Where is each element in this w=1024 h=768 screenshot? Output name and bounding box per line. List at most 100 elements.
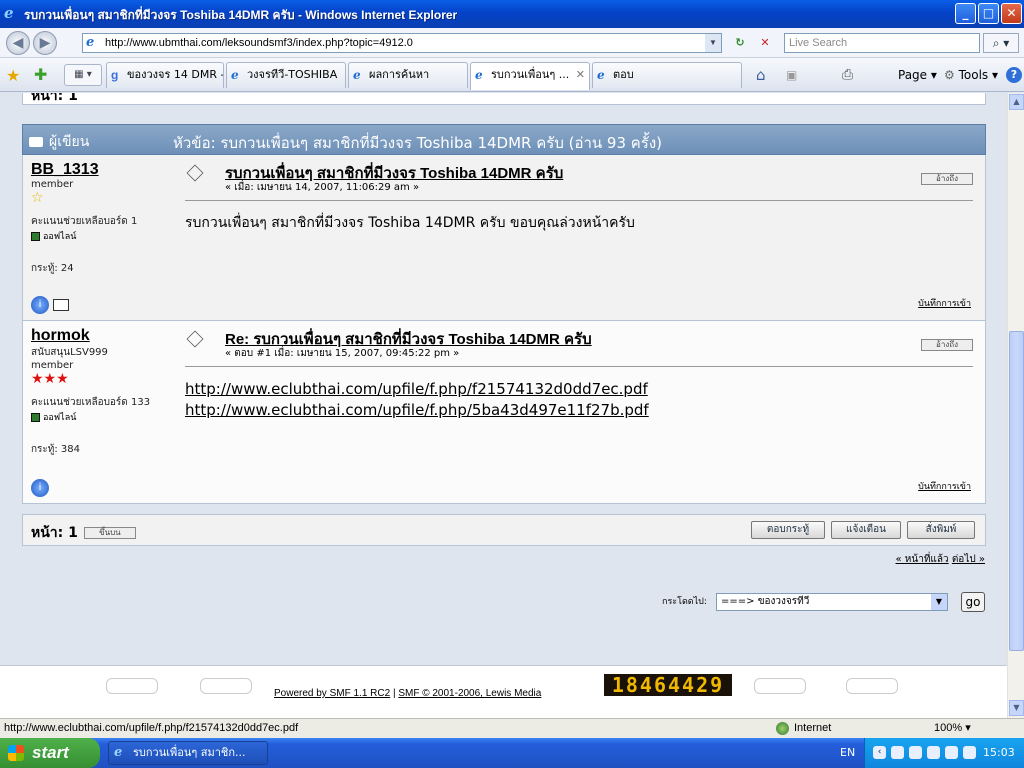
poster-username[interactable]: hormok (31, 327, 165, 345)
scroll-down-icon[interactable]: ▼ (1009, 700, 1024, 716)
quote-button[interactable]: อ้างถึง (921, 173, 973, 185)
jump-label: กระโดดไป: (662, 597, 707, 607)
w3c-css-logo-icon (846, 678, 898, 694)
visitor-counter: 18464429 (604, 674, 732, 696)
vertical-scrollbar[interactable]: ▲ ▼ (1007, 93, 1024, 718)
jump-select[interactable]: ===> ของวงจรทีวี ▼ (716, 593, 948, 611)
profile-icon[interactable]: i (31, 296, 49, 314)
refresh-button[interactable]: ↻ (730, 33, 750, 53)
quick-tabs-button[interactable]: ▦ ▾ (64, 64, 102, 86)
tools-menu-label: Tools (958, 68, 989, 82)
ie-icon: e (353, 68, 361, 82)
jump-select-value: ===> ของวงจรทีวี (721, 596, 810, 607)
start-button[interactable]: start (0, 738, 100, 768)
tab-4-active[interactable]: e รบกวนเพื่อนๆ ... ✕ (470, 62, 590, 90)
google-icon: g (111, 68, 119, 82)
tab-label: รบกวนเพื่อนๆ ... (491, 68, 570, 81)
ie-icon: e (231, 68, 239, 82)
copyright-link[interactable]: SMF © 2001-2006, Lewis Media (398, 688, 541, 699)
go-button[interactable]: go (961, 592, 985, 612)
rank-star-icon: ★★★ (31, 371, 69, 387)
tray-security-icon[interactable] (927, 746, 940, 759)
log-ip-link[interactable]: บันทึกการเข้า (918, 296, 971, 310)
zoom-level[interactable]: 100% ▾ (934, 719, 971, 738)
page-menu[interactable]: Page ▾ (898, 64, 937, 86)
post-2: hormok สนับสนุนLSV999 member ★★★ คะแนนช่… (22, 321, 986, 504)
search-button[interactable]: ⌕ ▾ (983, 33, 1019, 53)
add-favorites-icon[interactable]: ✚ (34, 65, 47, 84)
forward-button[interactable]: ▶ (33, 31, 57, 55)
top-page-strip: หน้า: 1 (22, 93, 986, 105)
page-menu-label: Page (898, 68, 928, 82)
home-icon[interactable]: ⌂ (756, 64, 766, 86)
tab-close-icon[interactable]: ✕ (576, 63, 585, 87)
prev-link[interactable]: « หน้าที่แล้ว (896, 554, 949, 565)
help-icon[interactable]: ? (1006, 67, 1022, 83)
pdf-link-2[interactable]: http://www.eclubthai.com/upfile/f.php/5b… (185, 400, 649, 421)
tab-1[interactable]: g ของวงจร 14 DMR -... (106, 62, 224, 88)
tray-volume-icon[interactable] (963, 746, 976, 759)
scroll-thumb[interactable] (1009, 331, 1024, 651)
tray-app-icon[interactable] (909, 746, 922, 759)
page-favicon-icon: e (86, 35, 95, 50)
poster-username[interactable]: BB_1313 (31, 161, 165, 179)
scroll-up-icon[interactable]: ▲ (1009, 94, 1024, 110)
page-number-top: หน้า: 1 (31, 93, 78, 104)
w3c-xhtml-logo-icon (754, 678, 806, 694)
feeds-icon[interactable]: ▣ (786, 64, 797, 86)
notify-button[interactable]: แจ้งเตือน (831, 521, 901, 539)
online-status: ออฟไลน์ (31, 229, 165, 243)
topic-title: หัวข้อ: รบกวนเพื่อนๆ สมาชิกที่มีวงจร Tos… (173, 134, 663, 152)
ie-icon: e (597, 68, 605, 82)
search-input[interactable]: Live Search (784, 33, 980, 53)
minimize-button[interactable]: _ (955, 3, 976, 24)
tab-2[interactable]: e วงจรทีวี-TOSHIBA (226, 62, 346, 88)
status-bar: http://www.eclubthai.com/upfile/f.php/f2… (0, 718, 1024, 738)
go-up-button[interactable]: ขึ้นบน (83, 527, 136, 539)
tray-back-icon[interactable]: ‹ (873, 746, 886, 759)
post-meta: « ตอบ #1 เมื่อ: เมษายน 15, 2007, 09:45:2… (225, 348, 460, 359)
tray-network-icon[interactable] (891, 746, 904, 759)
address-dropdown-icon[interactable]: ▼ (705, 34, 721, 52)
log-ip-link[interactable]: บันทึกการเข้า (918, 479, 971, 493)
post-message: รบกวนเพื่อนๆ สมาชิกที่มีวงจร Toshiba 14D… (185, 215, 635, 231)
gear-icon: ⚙ (944, 68, 955, 82)
window-title: รบกวนเพื่อนๆ สมาชิกที่มีวงจร Toshiba 14D… (24, 8, 458, 22)
tray-bluetooth-icon[interactable] (945, 746, 958, 759)
powered-by-link[interactable]: Powered by SMF 1.1 RC2 (274, 688, 390, 699)
ie-icon: e (475, 68, 483, 82)
tools-menu[interactable]: ⚙ Tools ▾ (944, 64, 998, 86)
prev-next-nav: « หน้าที่แล้ว ต่อไป » (896, 552, 986, 567)
windows-logo-icon (8, 745, 24, 761)
globe-icon (776, 722, 789, 735)
post-1: BB_1313 member ☆ คะแนนช่วยเหลือบอร์ด 1 อ… (22, 155, 986, 321)
help-points: คะแนนช่วยเหลือบอร์ด 133 (31, 397, 151, 408)
pdf-link-1[interactable]: http://www.eclubthai.com/upfile/f.php/f2… (185, 379, 649, 400)
address-field[interactable]: e http://www.ubmthai.com/leksoundsmf3/in… (82, 33, 722, 53)
favorites-star-icon[interactable]: ★ (6, 66, 20, 85)
window-title-bar: e รบกวนเพื่อนๆ สมาชิกที่มีวงจร Toshiba 1… (0, 0, 1024, 28)
post-count: กระทู้: 24 (31, 263, 74, 274)
taskbar-ie-window[interactable]: e รบกวนเพื่อนๆ สมาชิก... (108, 741, 268, 765)
maximize-button[interactable]: □ (978, 3, 999, 24)
ie-icon: e (114, 745, 123, 760)
next-link[interactable]: ต่อไป » (952, 554, 985, 565)
back-button[interactable]: ◀ (6, 31, 30, 55)
post-count: กระทู้: 384 (31, 444, 81, 455)
reply-button[interactable]: ตอบกระทู้ (751, 521, 825, 539)
language-indicator[interactable]: EN (840, 746, 855, 759)
close-button[interactable]: ✕ (1001, 3, 1022, 24)
post-body: Re: รบกวนเพื่อนๆ สมาชิกที่มีวงจร Toshiba… (185, 321, 973, 503)
email-icon[interactable] (53, 299, 69, 311)
print-button[interactable]: สั่งพิมพ์ (907, 521, 975, 539)
ie-logo-icon: e (4, 4, 14, 22)
print-icon[interactable]: ⎙ (842, 64, 853, 86)
quote-button[interactable]: อ้างถึง (921, 339, 973, 351)
tab-5[interactable]: e ตอบ (592, 62, 742, 88)
post-divider (185, 366, 973, 367)
tab-3[interactable]: e ผลการค้นหา (348, 62, 468, 88)
stop-button[interactable]: ✕ (755, 33, 775, 53)
post-meta: « เมื่อ: เมษายน 14, 2007, 11:06:29 am » (225, 182, 420, 193)
author-column-header: ผู้เขียน (29, 131, 89, 153)
profile-icon[interactable]: i (31, 479, 49, 497)
